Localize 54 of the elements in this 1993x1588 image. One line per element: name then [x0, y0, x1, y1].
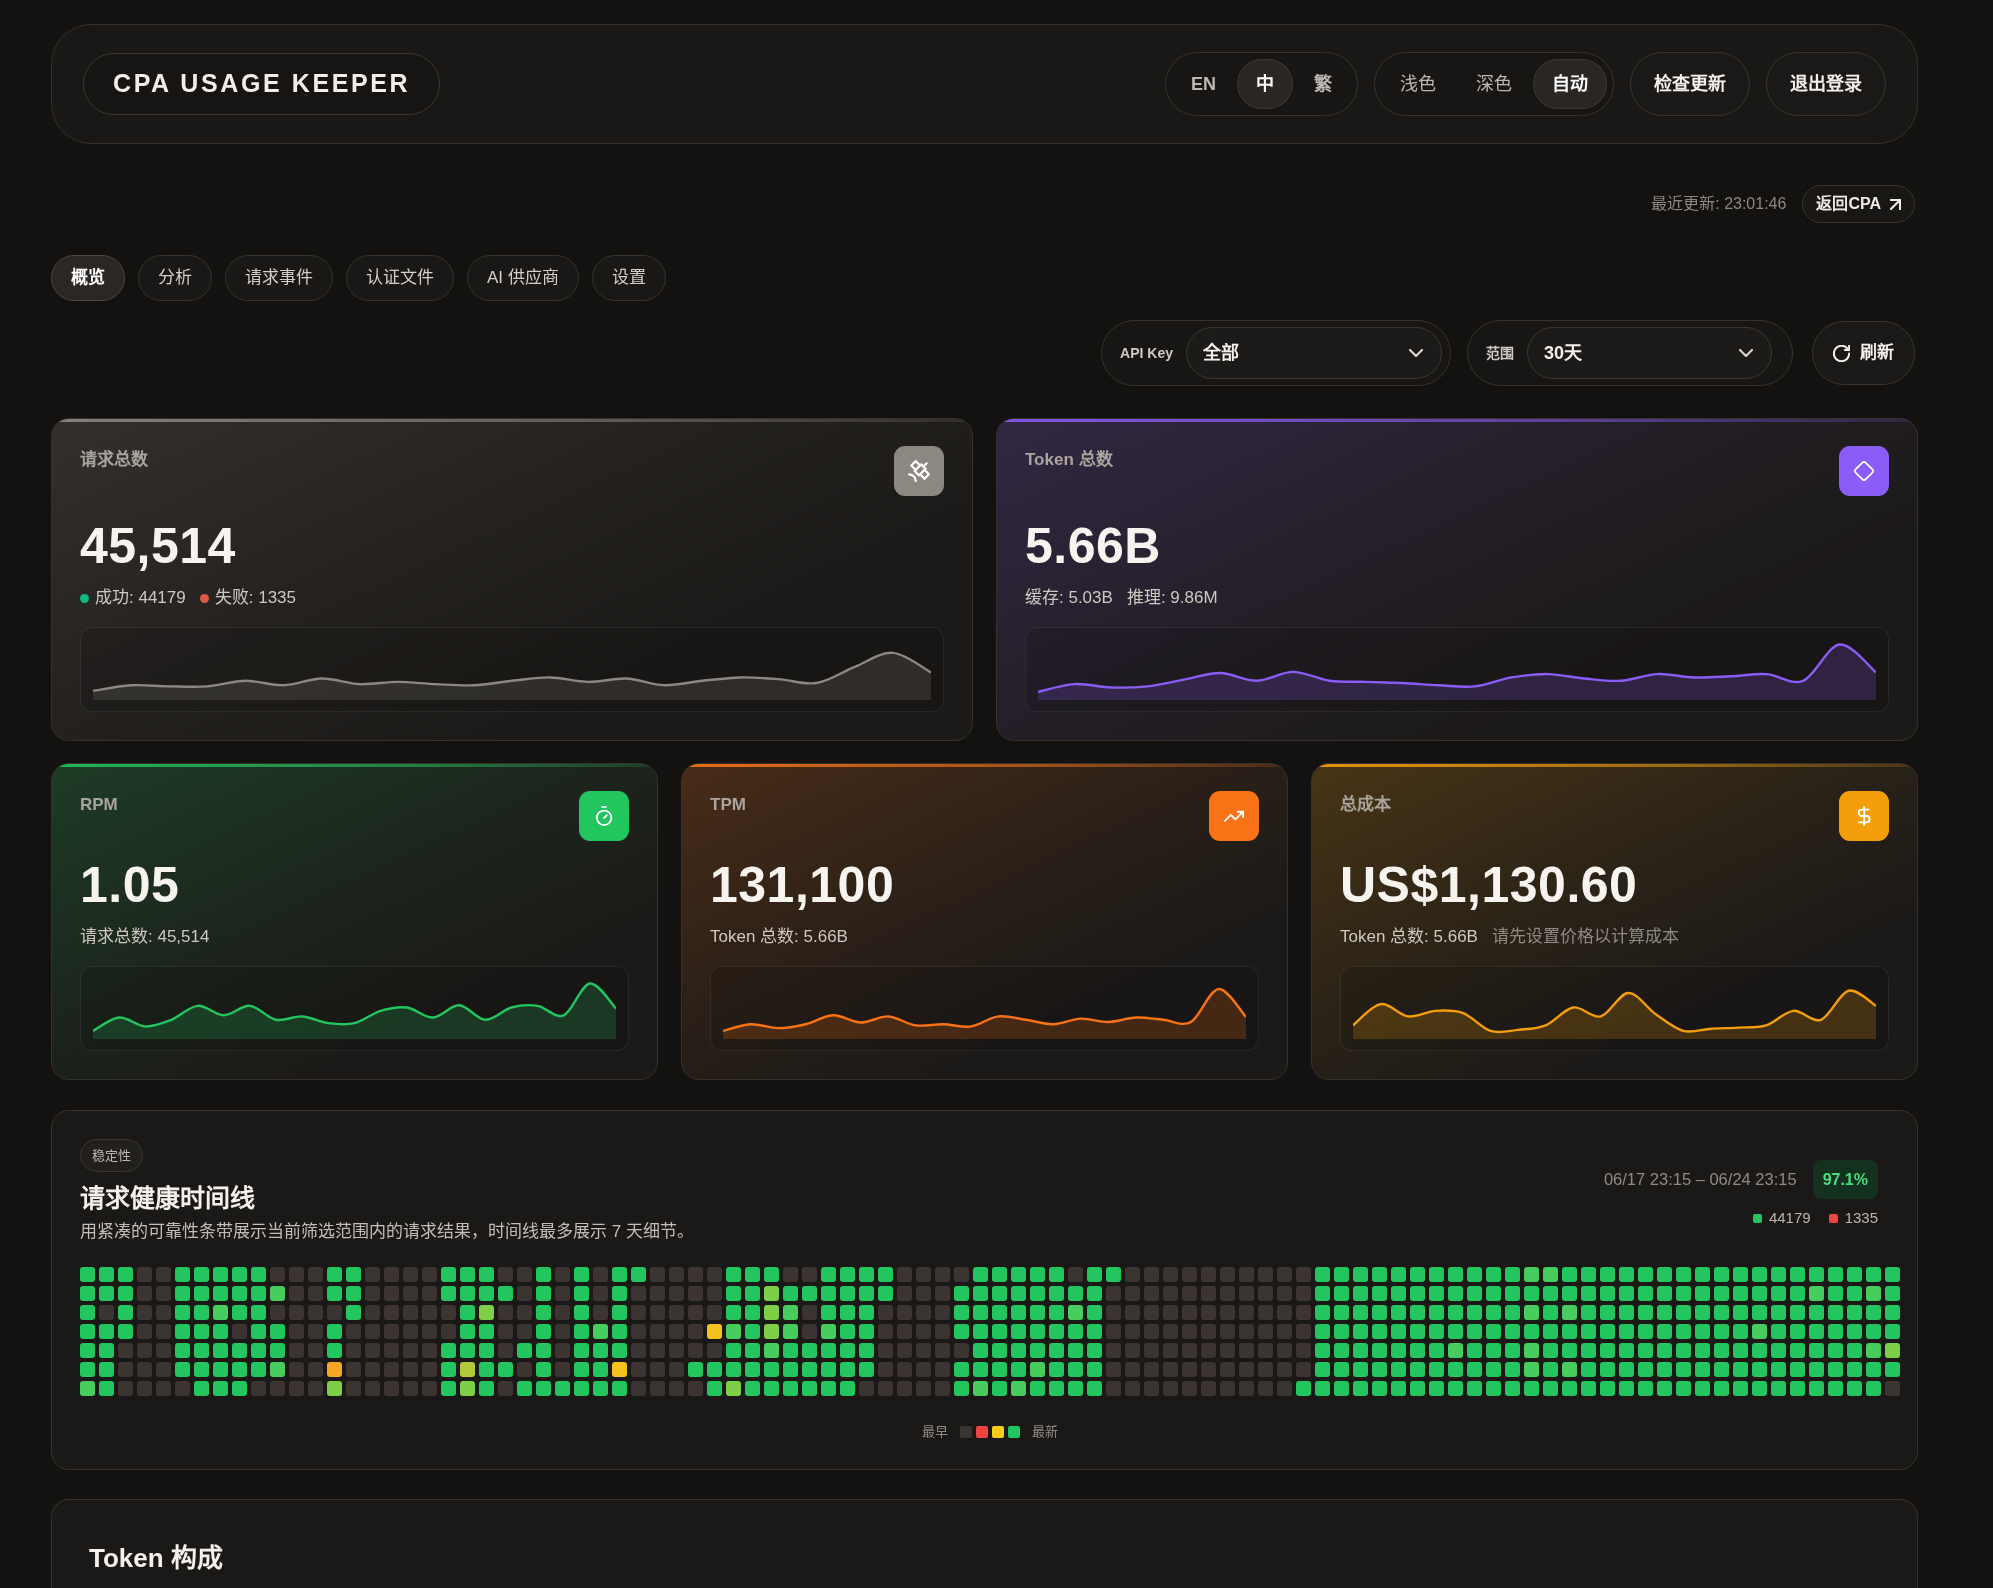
section-tag: 稳定性	[80, 1139, 143, 1172]
theme-option[interactable]: 自动	[1533, 59, 1607, 109]
stat-detail: 推理: 9.86M	[1126, 587, 1218, 609]
stat-detail: 请求总数: 45,514	[80, 926, 210, 948]
section-title: 请求健康时间线	[80, 1183, 256, 1214]
language-option[interactable]: 繁	[1295, 59, 1351, 109]
count-text: 44179	[1768, 1208, 1811, 1228]
refresh-button[interactable]: 刷新	[1812, 321, 1915, 385]
nav-tab[interactable]: 认证文件	[346, 255, 454, 301]
filter-label: 范围	[1486, 343, 1514, 363]
check-updates-button[interactable]: 检查更新	[1630, 52, 1750, 116]
nav-tab[interactable]: 请求事件	[225, 255, 333, 301]
stat-detail: Token 总数: 5.66B	[1340, 926, 1478, 948]
stat-label: 总成本	[1340, 793, 1391, 816]
back-to-cpa-link[interactable]: 返回CPA	[1802, 185, 1915, 223]
stat-value: 131,100	[710, 857, 896, 913]
stat-label: 请求总数	[80, 449, 148, 471]
dropdown-select[interactable]: 30天	[1527, 327, 1772, 379]
stat-value: 5.66B	[1025, 518, 1162, 574]
stat-label: RPM	[80, 794, 118, 816]
count-text: 1335	[1844, 1208, 1878, 1228]
nav-tab[interactable]: 概览	[51, 255, 125, 301]
filter-label: API Key	[1120, 343, 1173, 363]
stat-detail: 成功: 44179	[95, 587, 186, 609]
arrow-up-right-icon	[1890, 198, 1901, 210]
logout-button[interactable]: 退出登录	[1766, 52, 1886, 116]
nav-tab[interactable]: AI 供应商	[467, 255, 579, 301]
stat-detail: Token 总数: 5.66B	[710, 926, 848, 948]
chevron-down-icon	[1739, 349, 1753, 357]
stat-value: 45,514	[80, 518, 237, 574]
stat-label: Token 总数	[1025, 449, 1113, 471]
last-updated-text: 最近更新: 23:01:46	[1651, 194, 1787, 214]
language-option[interactable]: 中	[1237, 59, 1293, 109]
stat-value: 1.05	[80, 857, 181, 913]
legend-label: 最新	[1032, 1423, 1058, 1442]
time-range-text: 06/17 23:15 – 06/24 23:15	[1603, 1169, 1797, 1191]
legend-label: 最早	[922, 1423, 948, 1442]
stat-label: TPM	[710, 794, 746, 816]
refresh-icon	[1833, 344, 1850, 362]
app-logo: CPA USAGE KEEPER	[83, 53, 441, 115]
stat-detail: 请先设置价格以计算成本	[1491, 926, 1679, 948]
stat-detail: 缓存: 5.03B	[1025, 587, 1113, 609]
nav-tab[interactable]: 设置	[591, 255, 666, 301]
stat-detail: 失败: 1335	[214, 587, 296, 609]
theme-option[interactable]: 浅色	[1381, 59, 1455, 109]
chevron-down-icon	[1409, 349, 1423, 357]
stat-value: US$1,130.60	[1340, 857, 1639, 913]
theme-option[interactable]: 深色	[1457, 59, 1531, 109]
dropdown-select[interactable]: 全部	[1186, 327, 1442, 379]
nav-tab[interactable]: 分析	[138, 255, 212, 301]
section-title: Token 构成	[89, 1543, 224, 1574]
section-description: 用紧凑的可靠性条带展示当前筛选范围内的请求结果，时间线最多展示 7 天细节。	[80, 1221, 694, 1243]
success-rate-pill: 97.1%	[1812, 1160, 1878, 1199]
language-option[interactable]: EN	[1172, 59, 1235, 109]
